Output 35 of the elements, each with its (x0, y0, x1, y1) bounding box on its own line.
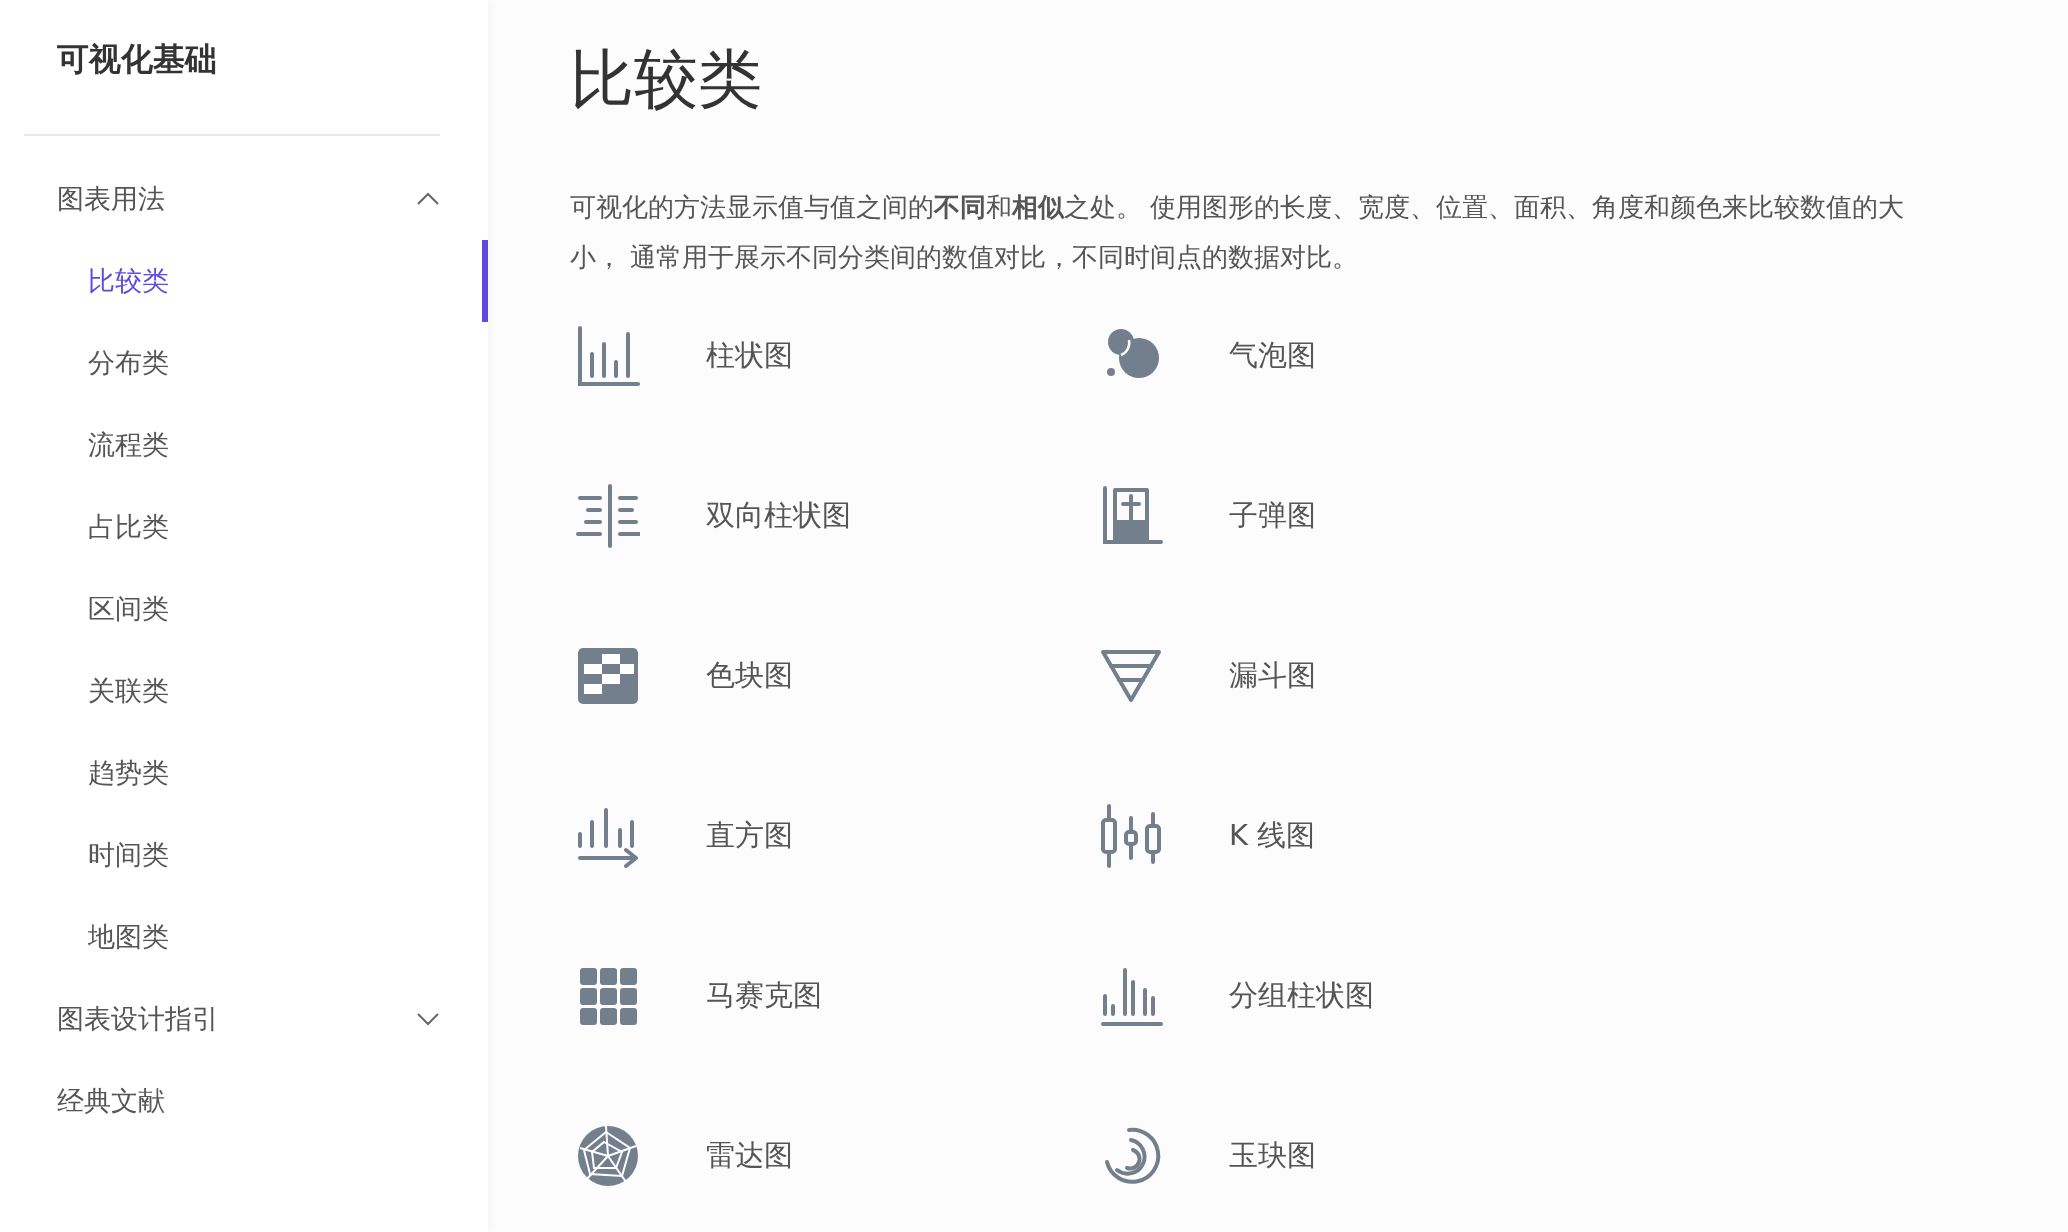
chart-type-label: 玉玦图 (1229, 1137, 1316, 1174)
page-heading: 比较类 (570, 41, 763, 118)
sidebar-title: 可视化基础 (56, 39, 218, 80)
candlestick-icon (1099, 804, 1163, 868)
chart-type-label: 分组柱状图 (1229, 977, 1374, 1014)
chart-type-label: 马赛克图 (706, 977, 822, 1014)
chart-type-label: 色块图 (706, 657, 793, 694)
chevron-icon[interactable] (416, 1012, 440, 1026)
menu-item[interactable]: 时间类 (0, 814, 488, 896)
bar-chart-icon (576, 324, 640, 388)
menu-item[interactable]: 关联类 (0, 650, 488, 732)
menu-item[interactable]: 流程类 (0, 404, 488, 486)
menu-item[interactable]: 地图类 (0, 896, 488, 978)
chart-type-label: K 线图 (1229, 817, 1316, 854)
menu-group-label: 经典文献 (57, 1084, 165, 1118)
chart-type-label: 气泡图 (1229, 337, 1316, 374)
menu-item[interactable]: 区间类 (0, 568, 488, 650)
chart-type-label: 柱状图 (706, 337, 793, 374)
menu-group[interactable]: 图表用法 (0, 158, 488, 240)
chevron-icon[interactable] (416, 192, 440, 206)
description: 可视化的方法显示值与值之间的不同和相似之处。 使用图形的长度、宽度、位置、面积、角度和颜色来比较数值的大小， 通常用于展示不同分类间的数值对比，不同时间点的数据对比。 (570, 191, 1906, 274)
bidirectional-bar-icon (576, 484, 640, 548)
menu-item[interactable]: 占比类 (0, 486, 488, 568)
radar-chart-icon (576, 1124, 640, 1188)
menu-group[interactable]: 经典文献 (0, 1060, 488, 1142)
chart-type-label: 直方图 (706, 817, 793, 854)
menu-item[interactable]: 分布类 (0, 322, 488, 404)
chart-type-label: 双向柱状图 (706, 497, 851, 534)
menu-group-label: 图表用法 (57, 182, 165, 216)
chart-type-label: 漏斗图 (1229, 657, 1316, 694)
menu-group-label: 图表设计指引 (57, 1002, 219, 1036)
chart-type-label: 雷达图 (706, 1137, 793, 1174)
menu-group[interactable]: 图表设计指引 (0, 978, 488, 1060)
chart-type-label: 子弹图 (1229, 497, 1316, 534)
menu-item[interactable]: 趋势类 (0, 732, 488, 814)
